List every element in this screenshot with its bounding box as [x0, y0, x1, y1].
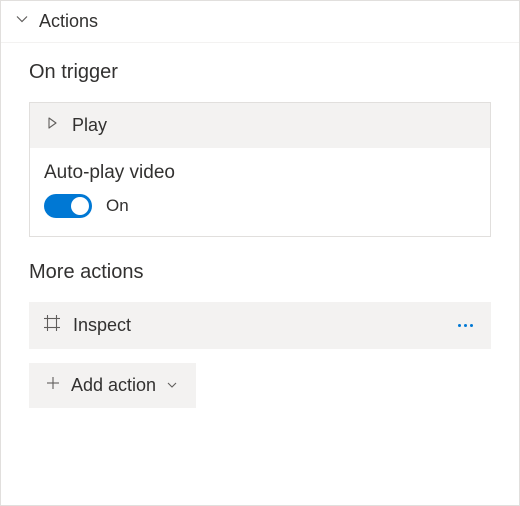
autoplay-toggle[interactable] [44, 194, 92, 218]
action-header-label: Play [72, 115, 107, 136]
action-row-inspect[interactable]: Inspect [29, 302, 491, 349]
actions-panel: Actions On trigger Play Auto-play video [0, 0, 520, 506]
section-title-on-trigger: On trigger [29, 61, 491, 84]
chevron-down-icon [166, 375, 178, 396]
plus-icon [45, 375, 61, 396]
section-title-more-actions: More actions [29, 261, 491, 284]
action-row-left: Inspect [43, 314, 131, 337]
add-action-button[interactable]: Add action [29, 363, 196, 408]
toggle-row-autoplay: On [44, 194, 476, 218]
action-group-play: Play Auto-play video On [29, 102, 491, 237]
more-options-button[interactable] [454, 320, 477, 331]
action-body-play: Auto-play video On [30, 148, 490, 236]
inspect-icon [43, 314, 61, 337]
play-icon [44, 115, 60, 136]
property-label-autoplay: Auto-play video [44, 162, 476, 184]
action-header-play[interactable]: Play [30, 103, 490, 148]
action-row-label: Inspect [73, 315, 131, 336]
panel-body: On trigger Play Auto-play video On [1, 43, 519, 428]
panel-title: Actions [39, 11, 98, 32]
chevron-down-icon [15, 12, 29, 31]
add-action-label: Add action [71, 375, 156, 396]
toggle-knob [71, 197, 89, 215]
panel-header[interactable]: Actions [1, 1, 519, 43]
toggle-state-label: On [106, 196, 129, 216]
